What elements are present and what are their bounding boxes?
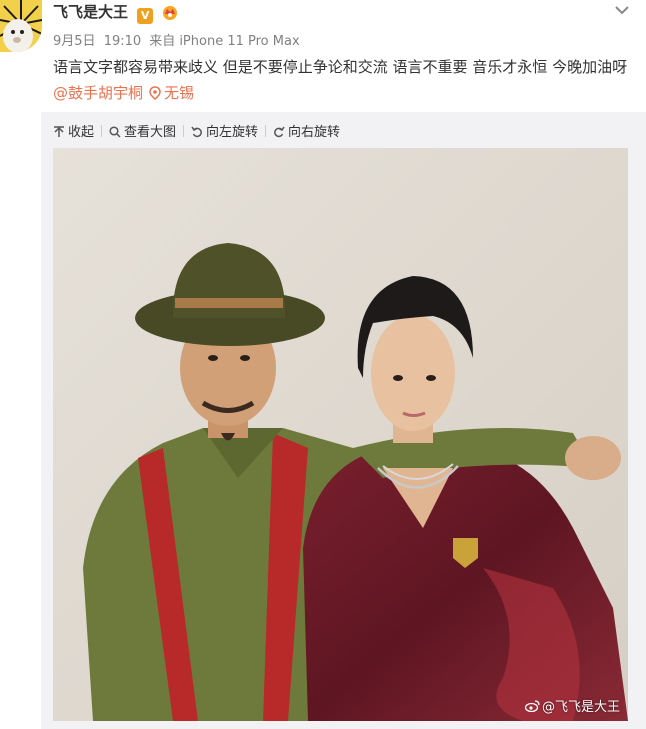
post-text-body: 语言文字都容易带来歧义 但是不要停止争论和交流 语言不重要 音乐才永恒 今晚加油… — [53, 58, 628, 76]
post-time[interactable]: 19:10 — [104, 34, 141, 49]
rotate-left-label: 向左旋转 — [206, 125, 259, 140]
image-toolbar: 收起 查看大图 向左旋转 向右旋转 — [53, 121, 346, 140]
toolbar-divider — [101, 125, 103, 137]
post-content: 语言文字都容易带来歧义 但是不要停止争论和交流 语言不重要 音乐才永恒 今晚加油… — [53, 54, 633, 106]
source-prefix: 来自 — [149, 34, 176, 49]
photo-illustration — [53, 148, 628, 721]
weibo-logo-icon — [524, 700, 540, 713]
view-large-button[interactable]: 查看大图 — [109, 121, 176, 140]
post-header: 飞飞是大王 V — [53, 2, 646, 24]
vip-crown-icon[interactable] — [161, 4, 179, 20]
collapse-label: 收起 — [68, 125, 95, 140]
collapse-button[interactable]: 收起 — [53, 121, 94, 140]
media-panel: 收起 查看大图 向左旋转 向右旋转 @飞飞是大王 — [41, 112, 646, 729]
photo-watermark: @飞飞是大王 — [524, 696, 620, 715]
chevron-down-icon[interactable] — [614, 2, 630, 15]
verified-badge: V — [137, 8, 154, 24]
mention-link[interactable]: @鼓手胡宇桐 — [53, 84, 143, 102]
rotate-right-button[interactable]: 向右旋转 — [273, 121, 340, 140]
location-pin-icon — [149, 82, 161, 100]
view-large-label: 查看大图 — [124, 125, 177, 140]
rotate-right-label: 向右旋转 — [288, 125, 341, 140]
source-device: iPhone 11 Pro Max — [179, 34, 300, 49]
rotate-left-button[interactable]: 向左旋转 — [191, 121, 258, 140]
post-meta: 9月5日 19:10 来自 iPhone 11 Pro Max — [53, 30, 304, 49]
watermark-text: @飞飞是大王 — [541, 700, 620, 715]
toolbar-divider — [265, 125, 267, 137]
post-photo[interactable]: @飞飞是大王 — [53, 148, 628, 721]
toolbar-divider — [183, 125, 185, 137]
location-link[interactable]: 无锡 — [164, 84, 194, 102]
author-name[interactable]: 飞飞是大王 — [53, 3, 128, 21]
author-avatar[interactable] — [0, 0, 42, 52]
post-date[interactable]: 9月5日 — [53, 34, 96, 49]
